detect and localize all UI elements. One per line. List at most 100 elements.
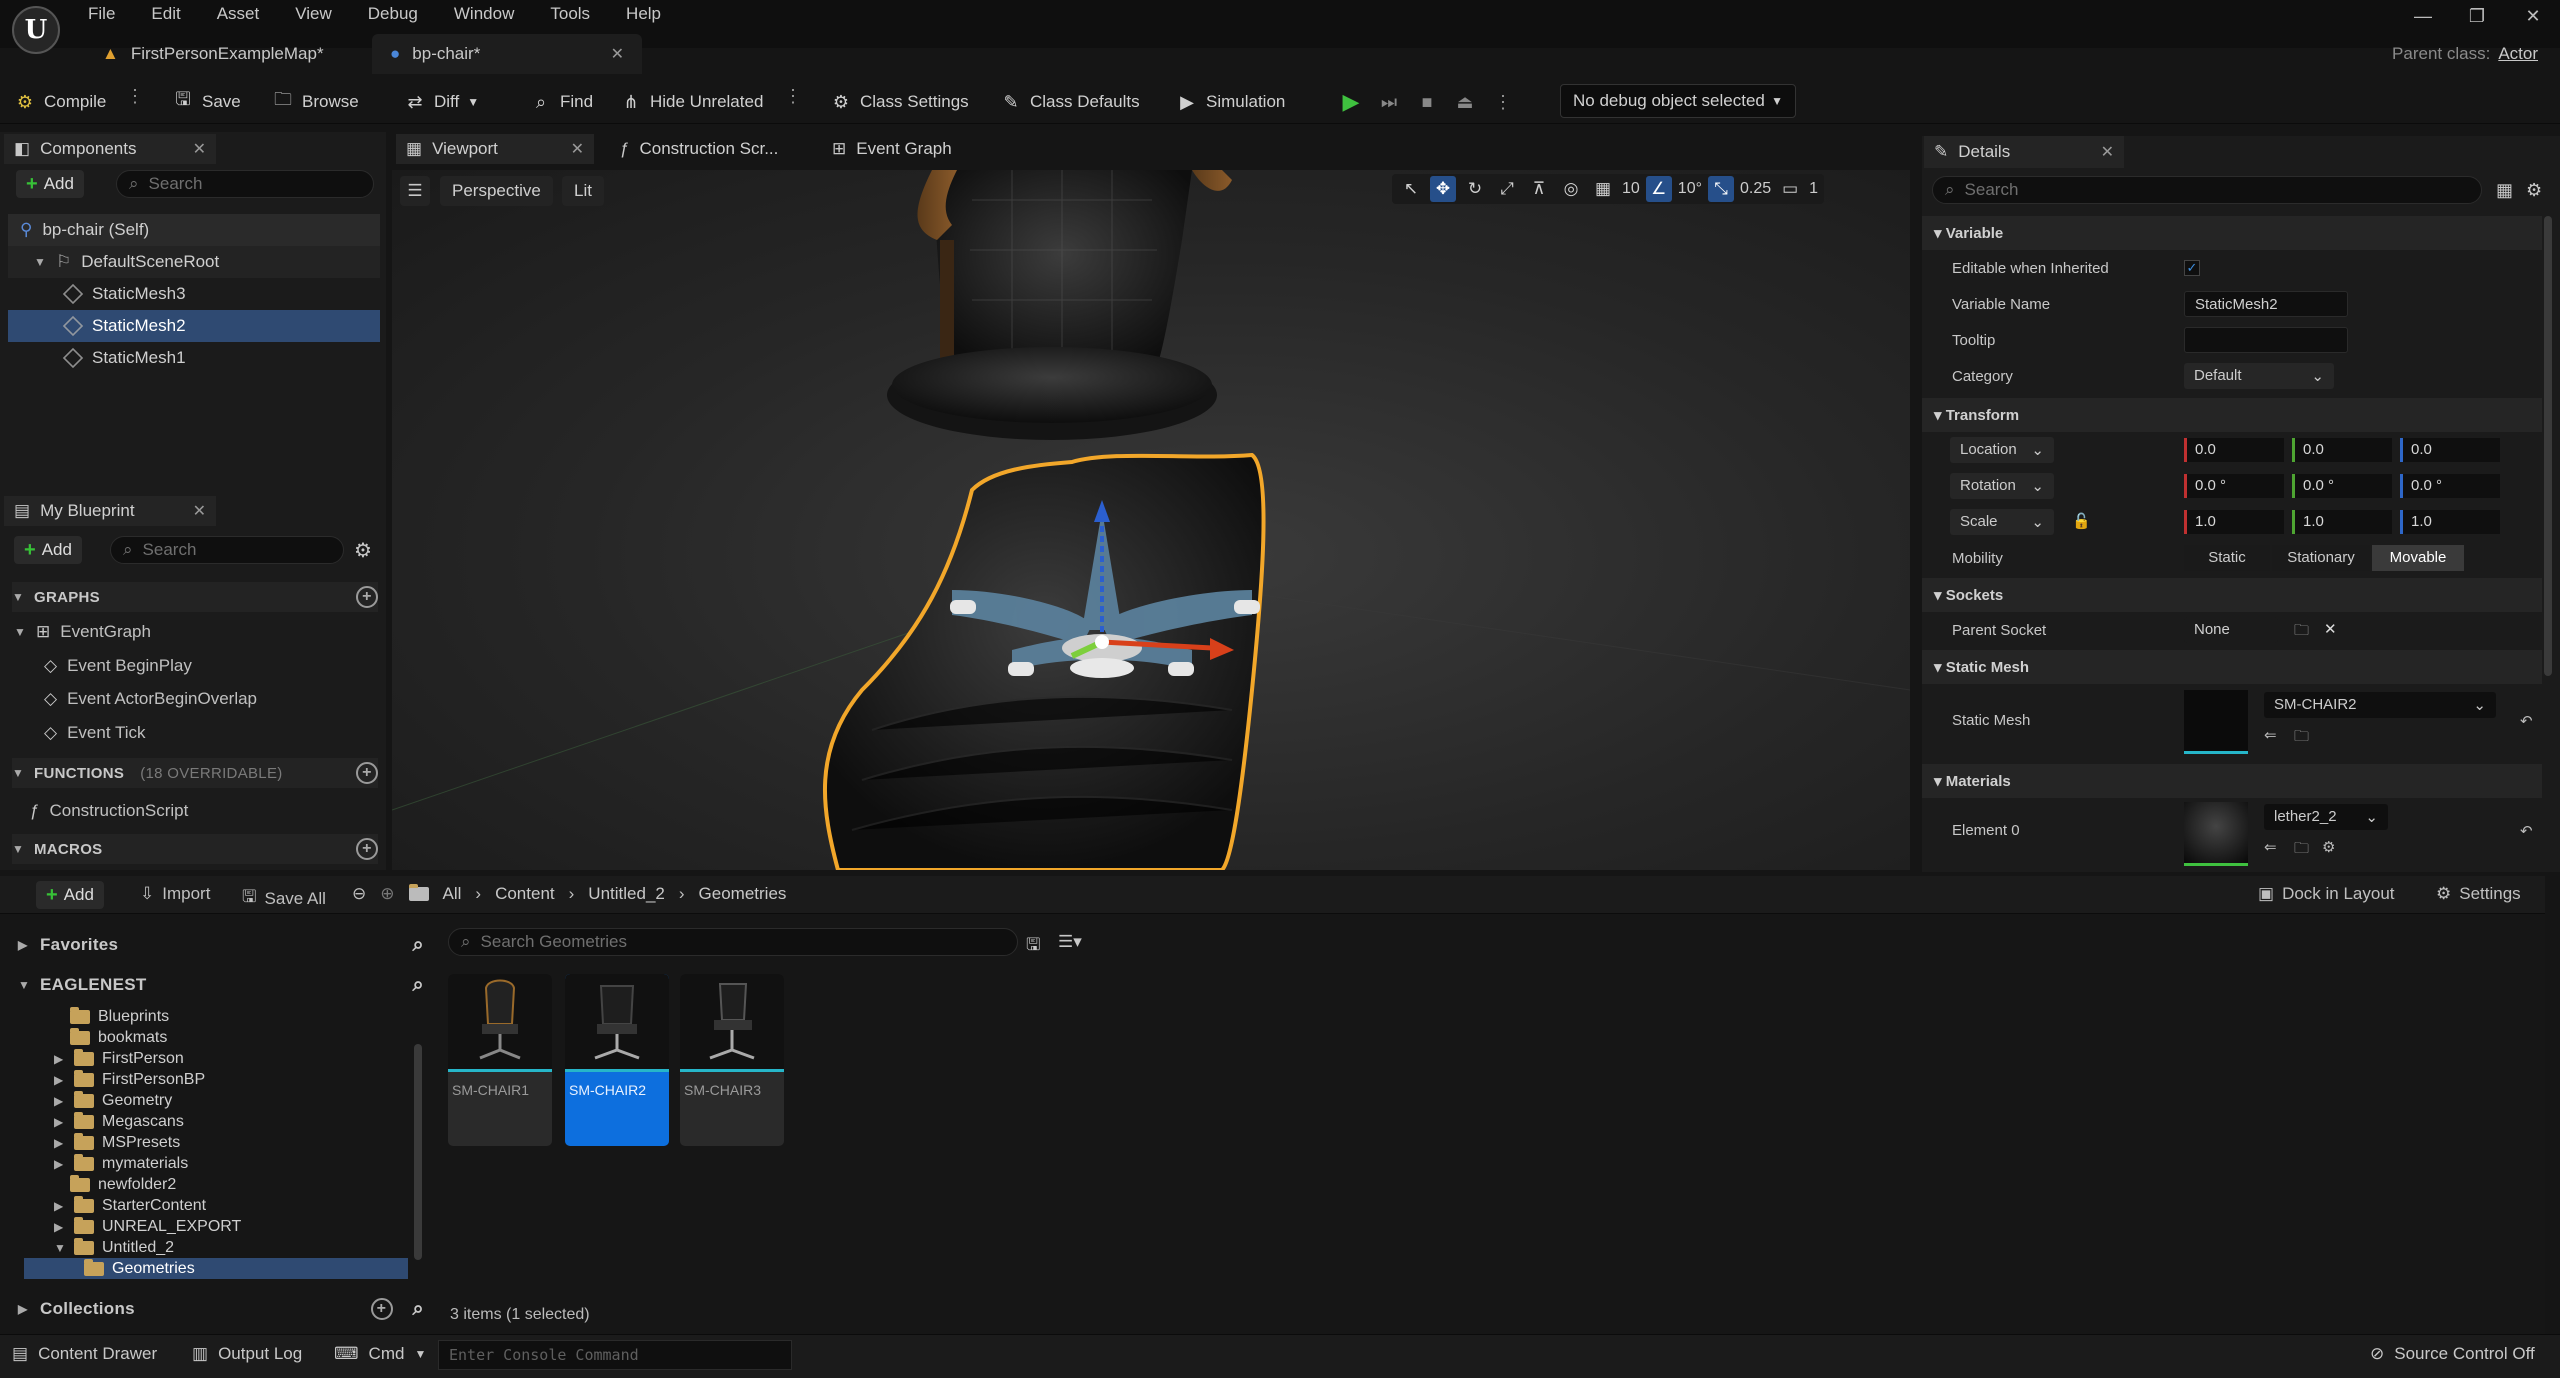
folder-geometry[interactable]: ▶ Geometry [54, 1090, 172, 1111]
components-search-input[interactable]: ⌕ Search [116, 170, 374, 198]
source-control-button[interactable]: ⊘ Source Control Off [2370, 1344, 2535, 1364]
menu-edit[interactable]: Edit [151, 4, 180, 24]
rotate-icon[interactable]: ↻ [1462, 176, 1488, 202]
rotation-x-input[interactable]: 0.0 ° [2184, 474, 2284, 498]
class-settings-button[interactable]: ⚙ Class Settings [830, 86, 969, 118]
rotation-snap-icon[interactable]: ∠ [1645, 176, 1672, 202]
restore-icon[interactable]: ❐ [2462, 6, 2492, 28]
tree-item-staticmesh2[interactable]: StaticMesh2 [8, 310, 380, 342]
scale-icon[interactable]: ⤢ [1494, 176, 1520, 202]
viewport-menu-icon[interactable]: ☰ [400, 176, 430, 206]
folder-blueprints[interactable]: Blueprints [70, 1006, 169, 1027]
play-options-icon[interactable]: ⋮ [1492, 91, 1514, 113]
section-transform[interactable]: ▾ Transform [1922, 398, 2542, 432]
section-materials[interactable]: ▾ Materials [1922, 764, 2542, 798]
scale-snap-value[interactable]: 0.25 [1740, 180, 1771, 198]
folder-geometries[interactable]: Geometries [24, 1258, 408, 1279]
location-z-input[interactable]: 0.0 [2400, 438, 2500, 462]
translate-icon[interactable]: ✥ [1430, 176, 1456, 202]
console-input[interactable]: Enter Console Command [438, 1340, 792, 1370]
tab-my-blueprint[interactable]: ▤ My Blueprint ✕ [4, 496, 216, 526]
folder-bookmats[interactable]: bookmats [70, 1027, 167, 1048]
eject-icon[interactable]: ⏏ [1454, 91, 1476, 113]
event-graph-item[interactable]: ▼ ⊞ EventGraph [14, 622, 151, 642]
folder-firstperson[interactable]: ▶ FirstPerson [54, 1048, 184, 1069]
location-dropdown[interactable]: Location ⌄ [1950, 437, 2054, 463]
browse-asset-icon[interactable]: 🗀 [2294, 838, 2309, 863]
collections-section[interactable]: ▶ Collections + ⌕ [18, 1294, 424, 1324]
clear-socket-icon[interactable]: ✕ [2324, 620, 2337, 638]
tab-construction-script[interactable]: ƒ Construction Scr... [610, 134, 788, 164]
tree-item-self[interactable]: ⚲ bp-chair (Self) [8, 214, 380, 246]
menu-help[interactable]: Help [626, 4, 661, 24]
tab-bp-chair[interactable]: ● bp-chair* ✕ [372, 34, 642, 74]
editable-checkbox[interactable]: ✓ [2184, 260, 2200, 276]
scale-x-input[interactable]: 1.0 [2184, 510, 2284, 534]
event-tick-item[interactable]: ◇ Event Tick [44, 723, 146, 743]
back-icon[interactable]: ⊖ [352, 884, 366, 904]
functions-section[interactable]: ▼ FUNCTIONS (18 OVERRIDABLE) + [12, 758, 378, 788]
details-scrollbar[interactable] [2544, 216, 2552, 676]
menu-file[interactable]: File [88, 4, 115, 24]
folder-untitled2[interactable]: ▼ Untitled_2 [54, 1237, 174, 1258]
location-y-input[interactable]: 0.0 [2292, 438, 2392, 462]
rotation-y-input[interactable]: 0.0 ° [2292, 474, 2392, 498]
dock-in-layout-button[interactable]: ▣ Dock in Layout [2258, 884, 2395, 904]
add-member-button[interactable]: + Add [14, 536, 82, 564]
variable-name-input[interactable]: StaticMesh2 [2184, 291, 2348, 317]
scale-z-input[interactable]: 1.0 [2400, 510, 2500, 534]
import-button[interactable]: ⇩ Import [140, 884, 210, 904]
menu-tools[interactable]: Tools [550, 4, 590, 24]
add-collection-icon[interactable]: + [370, 1298, 393, 1320]
static-mesh-thumbnail[interactable] [2184, 690, 2248, 754]
save-all-button[interactable]: 🖫 Save All [242, 884, 326, 913]
minimize-icon[interactable]: — [2408, 6, 2438, 28]
tab-components[interactable]: ◧ Components ✕ [4, 134, 216, 164]
parent-class-link[interactable]: Actor [2498, 44, 2538, 63]
tab-details[interactable]: ✎ Details ✕ [1924, 136, 2124, 168]
crumb-geometries[interactable]: Geometries [699, 884, 787, 904]
play-icon[interactable]: ▶ [1340, 89, 1362, 114]
close-tab-icon[interactable]: ✕ [611, 44, 624, 64]
table-view-icon[interactable]: ▦ [2496, 180, 2513, 201]
location-x-input[interactable]: 0.0 [2184, 438, 2284, 462]
material-thumbnail[interactable] [2184, 802, 2248, 866]
tree-item-staticmesh3[interactable]: StaticMesh3 [8, 278, 380, 310]
menu-debug[interactable]: Debug [368, 4, 418, 24]
grid-snap-icon[interactable]: ▦ [1590, 176, 1616, 202]
folder-newfolder2[interactable]: newfolder2 [70, 1174, 176, 1195]
eaglenest-section[interactable]: ▼ EAGLENEST ⌕ [18, 970, 424, 1000]
browse-socket-icon[interactable]: 🗀 [2294, 620, 2309, 645]
gear-icon[interactable]: ⚙ [354, 538, 372, 563]
mobility-static[interactable]: Static [2184, 545, 2270, 571]
filter-icon[interactable]: ☰▾ [1058, 932, 1082, 952]
add-macro-icon[interactable]: + [356, 838, 378, 860]
close-window-icon[interactable]: ✕ [2518, 6, 2548, 28]
section-variable[interactable]: ▾ Variable [1922, 216, 2542, 250]
search-icon[interactable]: ⌕ [413, 934, 425, 957]
folder-tree-scrollbar[interactable] [414, 1044, 422, 1260]
lit-button[interactable]: Lit [562, 176, 604, 206]
camera-speed-value[interactable]: 1 [1809, 180, 1818, 198]
event-beginplay-item[interactable]: ◇ Event BeginPlay [44, 656, 192, 676]
step-icon[interactable]: ⏭ [1378, 91, 1400, 113]
menu-asset[interactable]: Asset [217, 4, 260, 24]
macros-section[interactable]: ▼ MACROS + [12, 834, 378, 864]
rotation-snap-value[interactable]: 10° [1678, 180, 1702, 198]
close-icon[interactable]: ✕ [193, 139, 206, 159]
graphs-section[interactable]: ▼ GRAPHS + [12, 582, 378, 612]
scale-snap-icon[interactable]: ⤡ [1708, 176, 1734, 202]
close-icon[interactable]: ✕ [2101, 142, 2114, 162]
output-log-button[interactable]: ▥ Output Log [192, 1344, 302, 1364]
camera-speed-icon[interactable]: ▭ [1777, 176, 1803, 202]
scale-y-input[interactable]: 1.0 [2292, 510, 2392, 534]
save-search-icon[interactable]: 🖫 [1026, 932, 1040, 961]
use-selected-icon[interactable]: ⇐ [2264, 838, 2277, 856]
rotation-dropdown[interactable]: Rotation ⌄ [1950, 473, 2054, 499]
tab-map[interactable]: ▲ FirstPersonExampleMap* [84, 34, 342, 74]
select-icon[interactable]: ↖ [1398, 176, 1424, 202]
cb-add-button[interactable]: + Add [36, 881, 104, 909]
reset-icon[interactable]: ↶ [2520, 712, 2533, 730]
section-sockets[interactable]: ▾ Sockets [1922, 578, 2542, 612]
debug-object-select[interactable]: No debug object selected ▼ [1560, 84, 1796, 118]
